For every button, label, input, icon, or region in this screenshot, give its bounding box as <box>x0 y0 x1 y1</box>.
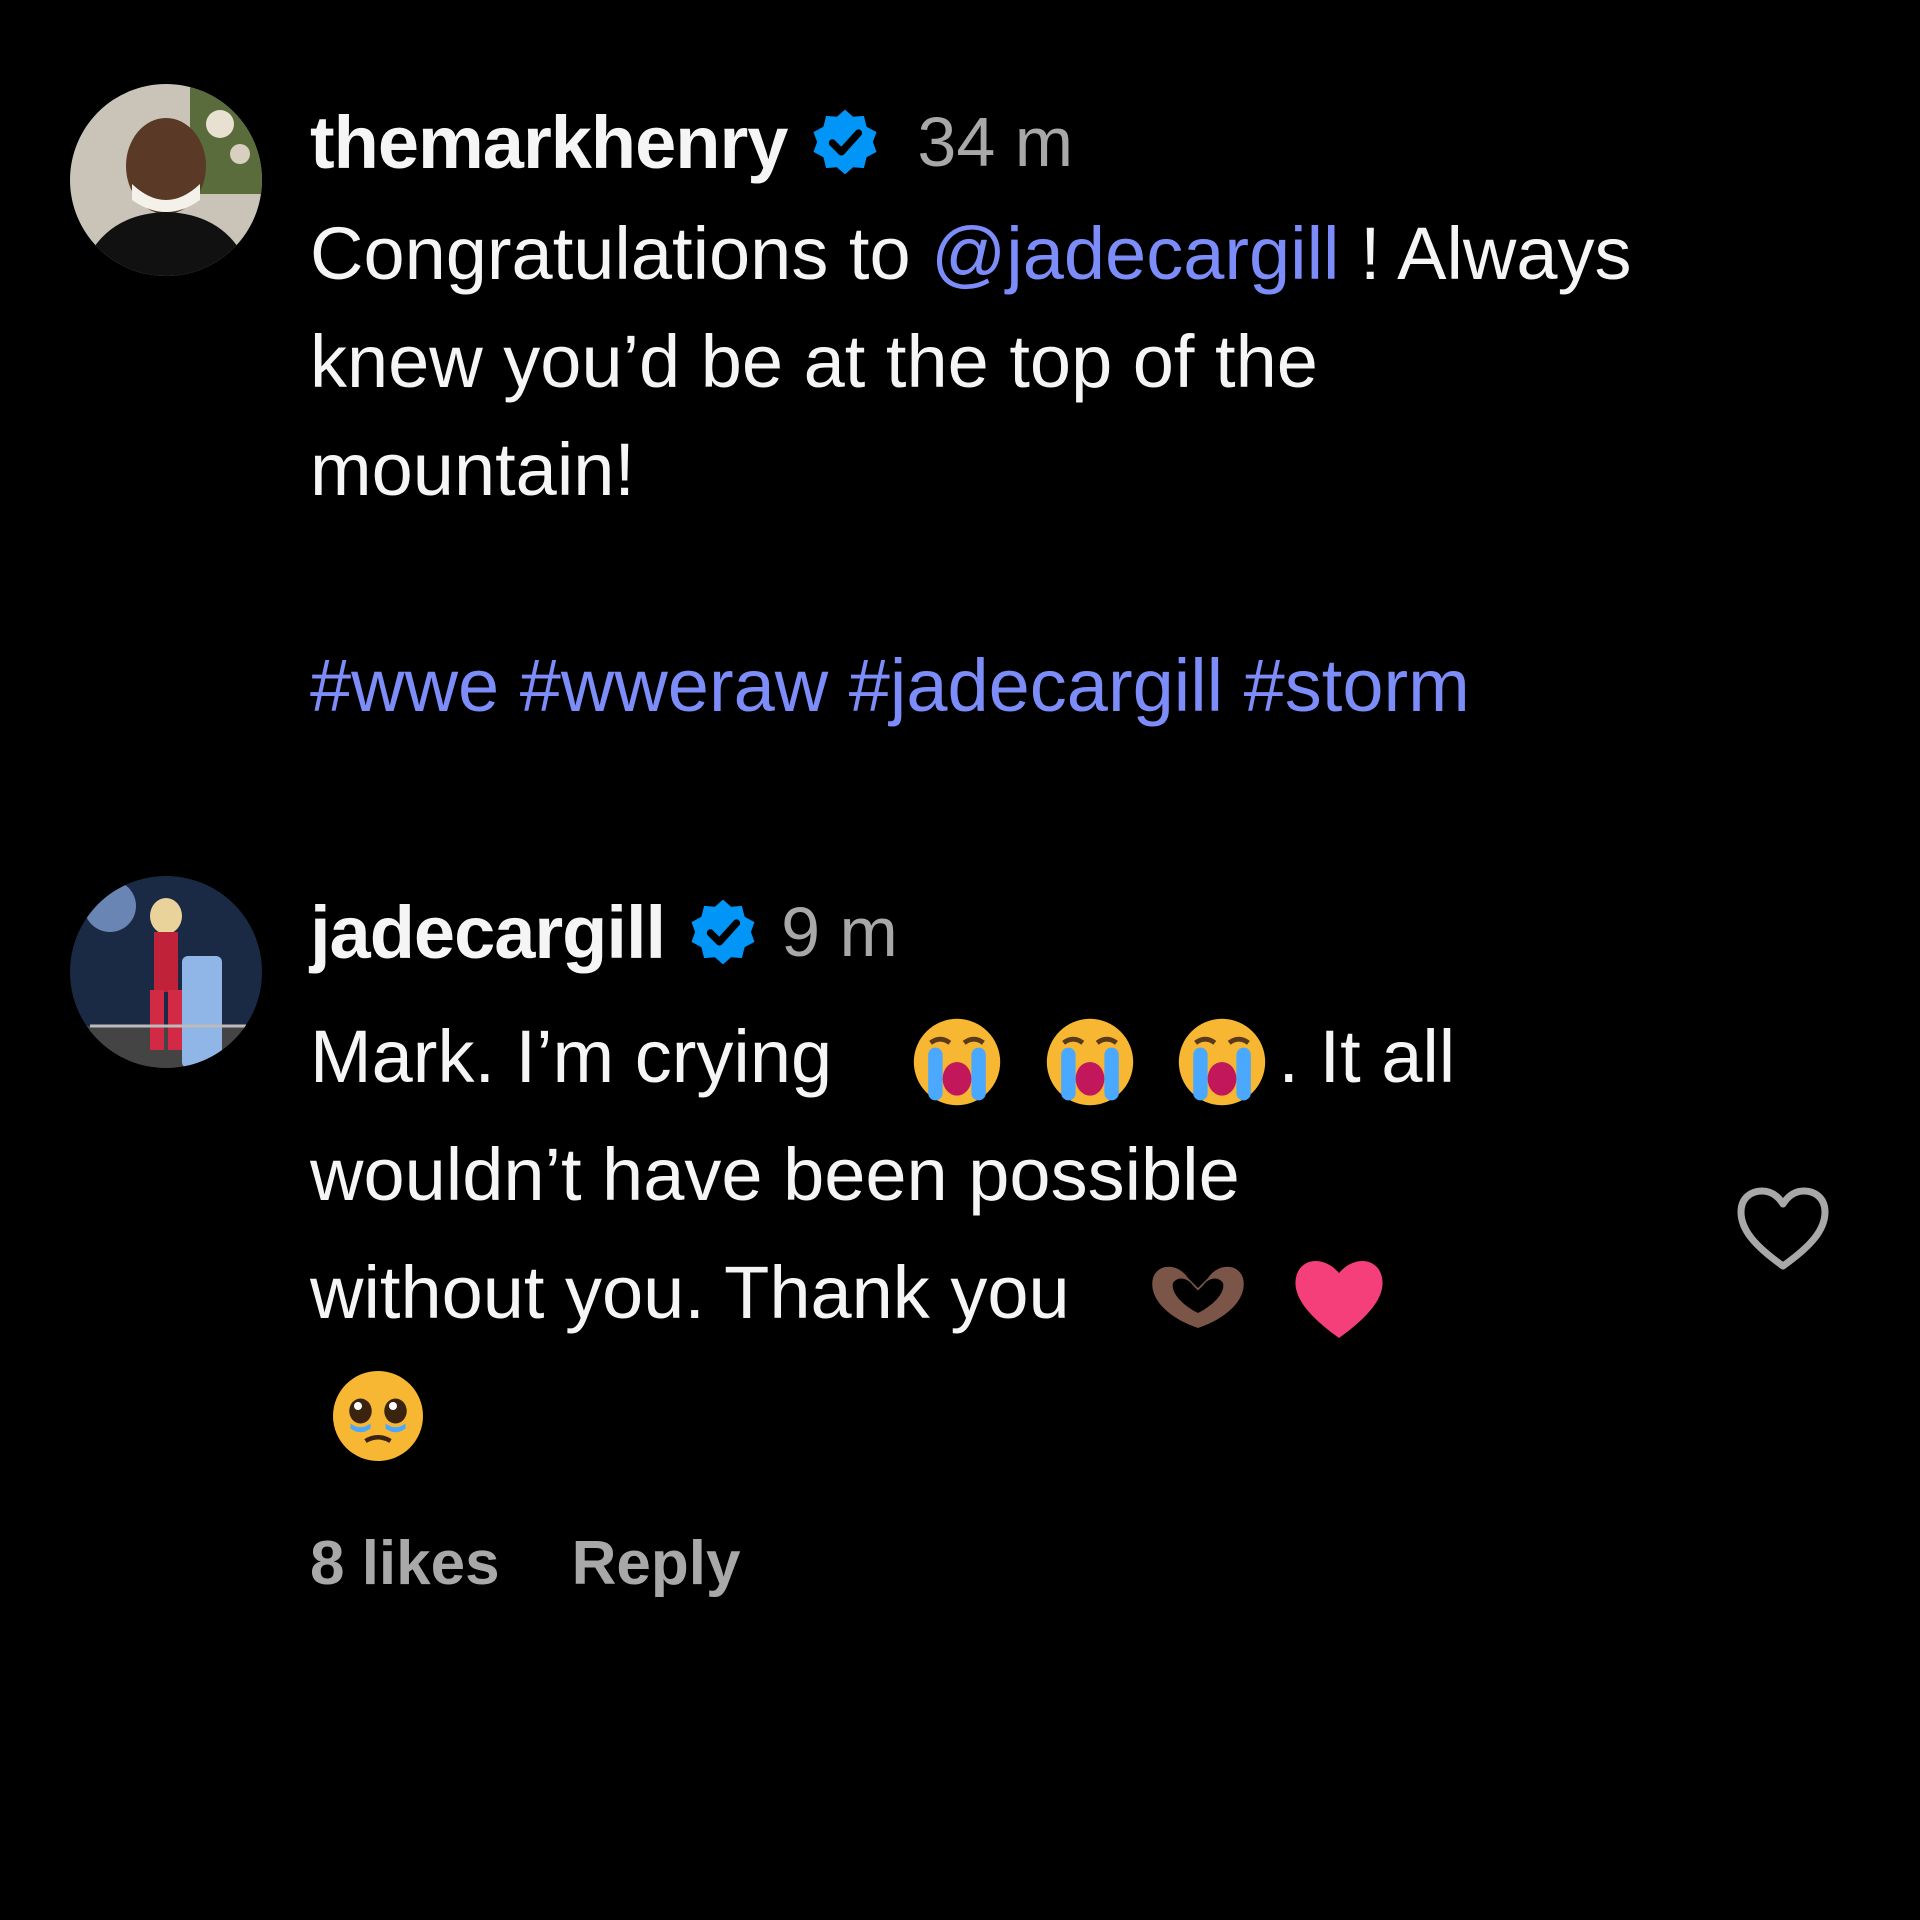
username[interactable]: themarkhenry <box>310 100 788 185</box>
loudly-crying-face-icon <box>914 1019 1001 1106</box>
loudly-crying-face-icon <box>1046 1019 1134 1106</box>
verified-badge-icon <box>813 109 877 175</box>
comment-text-line: . It all <box>1278 1015 1456 1098</box>
comment-text-line: wouldn’t have been possible <box>310 1133 1240 1216</box>
comment-header: jadecargill 9 m <box>310 882 898 982</box>
comment-text-prefix: Congratulations to <box>310 212 932 295</box>
comment-header: themarkhenry 34 m <box>310 92 1073 192</box>
comment-time: 9 m <box>781 893 898 971</box>
hashtags[interactable]: #wwe #wweraw #jadecargill #storm <box>310 632 1631 740</box>
comment-text-line: Mark. I’m crying <box>310 1015 833 1098</box>
face-holding-back-tears-icon <box>333 1371 423 1462</box>
username[interactable]: jadecargill <box>310 890 666 975</box>
likes-count[interactable]: 8 likes <box>310 1528 500 1599</box>
avatar-image <box>70 876 262 1068</box>
mention-link[interactable]: @jadecargill <box>931 212 1339 295</box>
avatar[interactable] <box>70 876 262 1068</box>
comment-text-line: knew you’d be at the top of the <box>310 320 1318 403</box>
comment-text-line: without you. Thank you <box>310 1251 1070 1334</box>
comment-text-after-mention: ! Always <box>1339 212 1632 295</box>
heart-hands-icon <box>1152 1267 1244 1329</box>
reply-button[interactable]: Reply <box>572 1528 741 1599</box>
comment-text: Mark. I’m crying . It all wouldn’t have … <box>310 998 1455 1470</box>
comment-text: Congratulations to @jadecargill ! Always… <box>310 200 1631 740</box>
comment-text-line: mountain! <box>310 428 635 511</box>
loudly-crying-face-icon <box>1179 1019 1266 1106</box>
avatar[interactable] <box>70 84 262 276</box>
avatar-image <box>70 84 262 276</box>
verified-badge-icon <box>691 899 755 965</box>
comment-time: 34 m <box>917 103 1074 181</box>
heart-outline-icon[interactable] <box>1735 1185 1831 1275</box>
red-heart-icon <box>1295 1261 1383 1339</box>
comment-actions: 8 likes Reply <box>310 1528 740 1599</box>
